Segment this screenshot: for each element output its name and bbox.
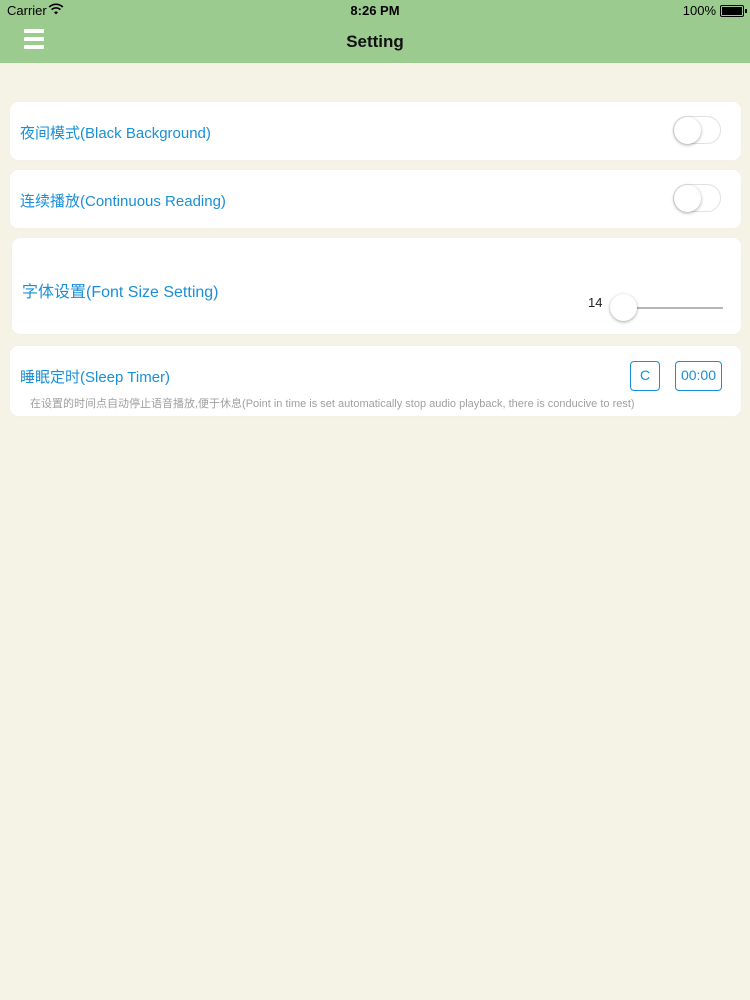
font-size-label: 字体设置(Font Size Setting) xyxy=(22,284,219,301)
font-size-row: 字体设置(Font Size Setting) 14 xyxy=(12,238,741,334)
toggle-knob xyxy=(674,185,701,212)
nav-bar: Setting xyxy=(0,20,750,63)
night-mode-row: 夜间模式(Black Background) xyxy=(10,102,741,160)
timer-time-button[interactable]: 00:00 xyxy=(675,361,722,391)
font-size-slider-thumb[interactable] xyxy=(610,294,637,321)
night-mode-label: 夜间模式(Black Background) xyxy=(20,125,211,142)
continuous-reading-label: 连续播放(Continuous Reading) xyxy=(20,193,226,210)
battery-percent: 100% xyxy=(682,3,716,18)
clock: 8:26 PM xyxy=(350,3,400,18)
night-mode-toggle[interactable] xyxy=(673,116,721,144)
status-bar: Carrier 8:26 PM 100% xyxy=(0,0,750,20)
timer-clear-button[interactable]: C xyxy=(630,361,660,391)
continuous-reading-row: 连续播放(Continuous Reading) xyxy=(10,170,741,228)
sleep-timer-row: 睡眠定时(Sleep Timer) C 00:00 在设置的时间点自动停止语音播… xyxy=(10,346,741,416)
toggle-knob xyxy=(674,117,701,144)
sleep-timer-hint: 在设置的时间点自动停止语音播放,便于休息(Point in time is se… xyxy=(30,398,635,410)
page-title: Setting xyxy=(346,32,404,51)
battery-icon xyxy=(720,5,747,17)
font-size-slider-track[interactable] xyxy=(624,307,723,309)
sleep-timer-label: 睡眠定时(Sleep Timer) xyxy=(20,369,171,386)
continuous-reading-toggle[interactable] xyxy=(673,184,721,212)
font-size-value: 14 xyxy=(588,295,603,310)
